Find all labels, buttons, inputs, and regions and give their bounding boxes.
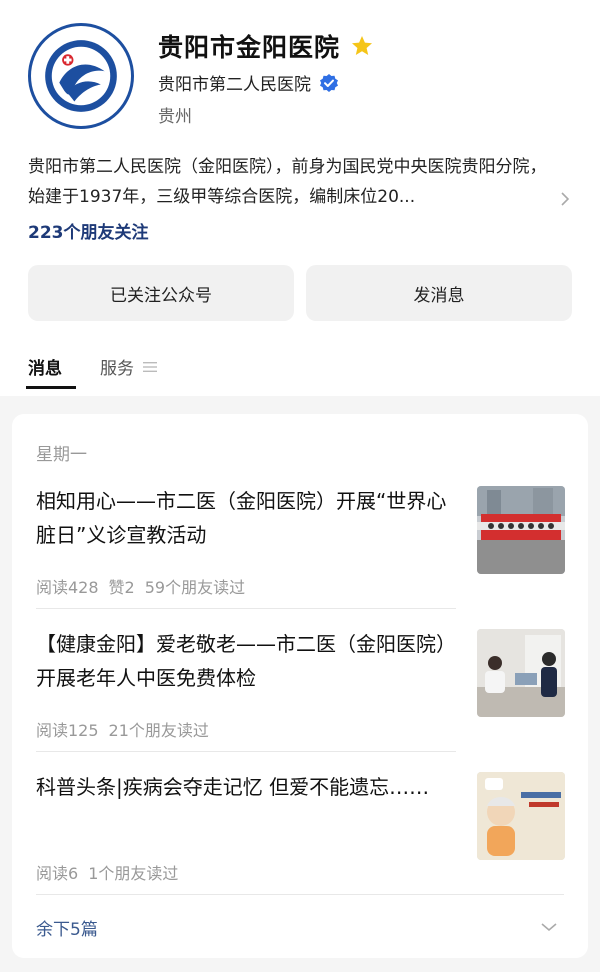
friends-read: 1个朋友读过: [88, 864, 179, 883]
more-articles-label[interactable]: 余下5篇: [36, 915, 98, 940]
send-message-button[interactable]: 发消息: [306, 265, 572, 321]
account-name: 贵阳市金阳医院: [158, 33, 341, 62]
friends-read: 21个朋友读过: [108, 721, 209, 740]
article-item[interactable]: 科普头条|疾病会夺走记忆 但爱不能遗忘…… 阅读6 1个朋友读过: [12, 770, 588, 913]
more-articles-row[interactable]: 余下5篇: [12, 894, 588, 958]
tab-services[interactable]: 服务: [100, 354, 158, 379]
region-label: 贵州: [158, 107, 192, 127]
divider: [36, 894, 564, 895]
star-icon[interactable]: [350, 34, 374, 58]
profile-header: 贵阳市金阳医院 贵阳市第二人民医院 贵州: [0, 0, 600, 130]
article-title[interactable]: 相知用心——市二医（金阳医院）开展“世界心脏日”义诊宣教活动: [36, 484, 456, 552]
read-count: 阅读428: [36, 578, 99, 597]
message-card: 星期一 相知用心——市二医（金阳医院）开展“世界心脏日”义诊宣教活动 阅读428…: [12, 414, 588, 958]
article-thumbnail[interactable]: [477, 772, 565, 860]
like-count: 赞2: [108, 578, 135, 597]
tab-services-label: 服务: [100, 359, 134, 379]
friends-read: 59个朋友读过: [144, 578, 246, 597]
verified-badge-icon: [319, 73, 339, 93]
divider: [36, 751, 456, 752]
article-meta: 阅读125 21个朋友读过: [36, 717, 209, 741]
hospital-logo[interactable]: [28, 23, 134, 129]
article-meta: 阅读428 赞2 59个朋友读过: [36, 574, 245, 598]
article-thumbnail[interactable]: [477, 486, 565, 574]
tab-messages[interactable]: 消息: [28, 354, 62, 379]
day-label: 星期一: [36, 445, 87, 465]
divider: [36, 608, 456, 609]
article-item[interactable]: 相知用心——市二医（金阳医院）开展“世界心脏日”义诊宣教活动 阅读428 赞2 …: [12, 484, 588, 627]
active-tab-indicator: [26, 386, 76, 389]
account-intro[interactable]: 贵阳市第二人民医院（金阳医院），前身为国民党中央医院贵阳分院，始建于1937年，…: [28, 152, 558, 212]
read-count: 阅读6: [36, 864, 79, 883]
article-item[interactable]: 【健康金阳】爱老敬老——市二医（金阳医院）开展老年人中医免费体检 阅读125 2…: [12, 627, 588, 770]
organization-name[interactable]: 贵阳市第二人民医院: [158, 70, 311, 95]
menu-icon: [142, 359, 158, 375]
article-meta: 阅读6 1个朋友读过: [36, 860, 178, 884]
followed-button[interactable]: 已关注公众号: [28, 265, 294, 321]
read-count: 阅读125: [36, 721, 99, 740]
article-title[interactable]: 科普头条|疾病会夺走记忆 但爱不能遗忘……: [36, 770, 456, 804]
chevron-right-icon[interactable]: [558, 192, 572, 206]
article-title[interactable]: 【健康金阳】爱老敬老——市二医（金阳医院）开展老年人中医免费体检: [36, 627, 456, 695]
article-thumbnail[interactable]: [477, 629, 565, 717]
chevron-down-icon[interactable]: [540, 920, 558, 934]
tab-bar: 消息 服务: [0, 350, 600, 395]
friends-following-link[interactable]: 223个朋友关注: [28, 218, 149, 243]
